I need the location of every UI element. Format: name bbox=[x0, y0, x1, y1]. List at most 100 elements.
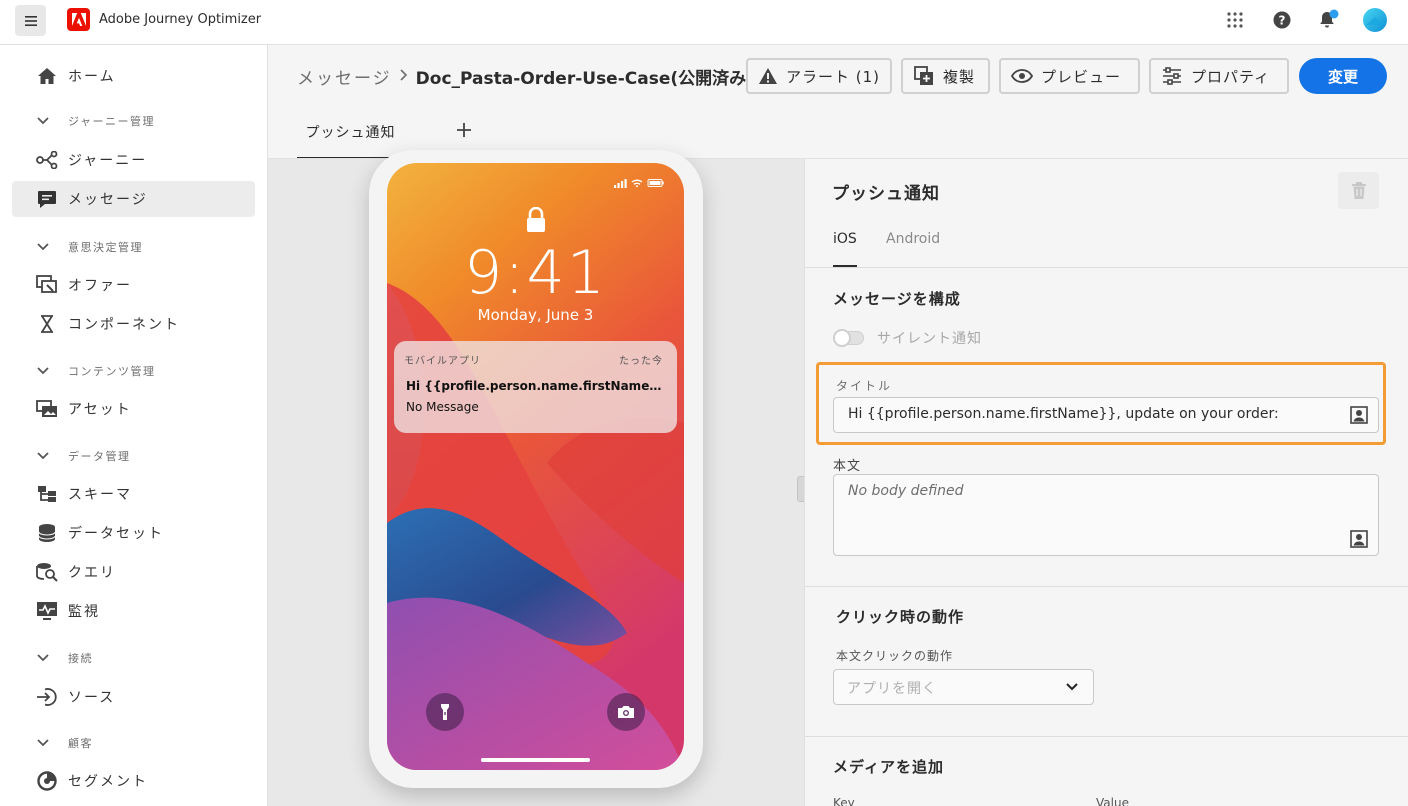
offer-icon bbox=[36, 274, 58, 296]
user-avatar[interactable] bbox=[1363, 8, 1387, 32]
sidebar-section-label: データ管理 bbox=[68, 450, 131, 463]
body-field-placeholder: No body defined bbox=[848, 483, 964, 499]
chevron-down-icon bbox=[36, 449, 50, 463]
sidebar-item-label: オファー bbox=[68, 278, 132, 294]
sidebar-item-components[interactable]: コンポーネント bbox=[12, 306, 255, 342]
sidebar-item-label: スキーマ bbox=[68, 487, 132, 503]
sidebar-item-label: セグメント bbox=[68, 774, 148, 790]
flashlight-icon bbox=[426, 693, 464, 731]
section-divider bbox=[805, 267, 1408, 268]
alert-icon bbox=[758, 65, 778, 87]
camera-icon bbox=[607, 693, 645, 731]
sidebar-item-schemas[interactable]: スキーマ bbox=[12, 476, 255, 512]
home-indicator bbox=[481, 758, 590, 762]
properties-button[interactable]: プロパティ bbox=[1149, 58, 1289, 94]
click-action-select[interactable]: アプリを開く bbox=[833, 669, 1094, 705]
eye-icon bbox=[1011, 65, 1033, 87]
notification-title: Hi {{profile.person.name.firstName}}, up… bbox=[406, 379, 668, 393]
lockscreen-time: 9:41 bbox=[464, 238, 607, 308]
status-bar bbox=[614, 178, 666, 188]
asset-icon bbox=[36, 398, 58, 420]
section-divider bbox=[805, 736, 1408, 737]
chevron-down-icon bbox=[36, 736, 50, 750]
app-name: Adobe Journey Optimizer bbox=[99, 12, 262, 27]
silent-notification-toggle[interactable] bbox=[833, 329, 864, 347]
notification-time: たった今 bbox=[619, 356, 663, 367]
click-action-section-title: クリック時の動作 bbox=[836, 608, 965, 626]
properties-icon bbox=[1161, 65, 1183, 87]
sidebar-item-datasets[interactable]: データセット bbox=[12, 515, 255, 551]
sidebar-item-queries[interactable]: クエリ bbox=[12, 554, 255, 590]
sidebar: ホーム ジャーニー管理 ジャーニー メッセージ 意思決定管理 オファー コンポー… bbox=[0, 45, 268, 806]
notification-body: No Message bbox=[406, 400, 479, 414]
sidebar-section-journey-management[interactable]: ジャーニー管理 bbox=[36, 113, 155, 129]
help-icon[interactable]: ? bbox=[1270, 8, 1294, 32]
sidebar-item-sources[interactable]: ソース bbox=[12, 679, 255, 715]
personalization-icon[interactable] bbox=[1350, 406, 1368, 424]
delete-button[interactable] bbox=[1338, 172, 1379, 209]
sidebar-section-data-management[interactable]: データ管理 bbox=[36, 448, 131, 464]
notification-bell-icon[interactable] bbox=[1316, 8, 1340, 32]
app-switcher-icon[interactable] bbox=[1223, 8, 1247, 32]
sidebar-item-assets[interactable]: アセット bbox=[12, 391, 255, 427]
svg-text:?: ? bbox=[1279, 14, 1286, 28]
sidebar-item-label: データセット bbox=[68, 526, 164, 542]
component-icon bbox=[36, 313, 58, 335]
panel-title: プッシュ通知 bbox=[832, 184, 940, 204]
preview-button-label: プレビュー bbox=[1041, 67, 1122, 86]
add-tab-button[interactable] bbox=[452, 118, 476, 142]
sidebar-section-customers[interactable]: 顧客 bbox=[36, 735, 93, 751]
message-icon bbox=[36, 188, 58, 210]
trash-icon bbox=[1351, 181, 1366, 199]
click-action-value: アプリを開く bbox=[847, 681, 937, 697]
personalization-icon[interactable] bbox=[1350, 530, 1368, 548]
title-field-value: Hi {{profile.person.name.firstName}}, up… bbox=[848, 406, 1279, 422]
tab-ios[interactable]: iOS bbox=[833, 231, 857, 247]
sidebar-item-segments[interactable]: セグメント bbox=[12, 763, 255, 799]
chevron-down-icon bbox=[36, 114, 50, 128]
sidebar-item-home[interactable]: ホーム bbox=[12, 58, 255, 94]
chevron-right-icon bbox=[400, 68, 408, 85]
duplicate-button[interactable]: 複製 bbox=[901, 58, 990, 94]
monitoring-icon bbox=[36, 600, 58, 622]
body-field[interactable]: No body defined bbox=[833, 474, 1379, 556]
sidebar-item-offers[interactable]: オファー bbox=[12, 267, 255, 303]
page-title: Doc_Pasta-Order-Use-Case(公開済み) bbox=[415, 69, 754, 89]
sidebar-item-journeys[interactable]: ジャーニー bbox=[12, 142, 255, 178]
chevron-down-icon bbox=[36, 364, 50, 378]
sidebar-section-content-management[interactable]: コンテンツ管理 bbox=[36, 363, 156, 379]
tab-android[interactable]: Android bbox=[886, 231, 940, 247]
sidebar-item-messages[interactable]: メッセージ bbox=[12, 181, 255, 217]
sidebar-item-label: メッセージ bbox=[68, 192, 148, 208]
chevron-down-icon bbox=[36, 240, 50, 254]
sidebar-item-monitoring[interactable]: 監視 bbox=[12, 593, 255, 629]
sidebar-item-label: クエリ bbox=[68, 565, 116, 581]
alert-button[interactable]: アラート (1) bbox=[746, 58, 892, 94]
lockscreen-date: Monday, June 3 bbox=[477, 306, 594, 324]
lock-icon bbox=[524, 206, 548, 233]
toggle-knob bbox=[833, 329, 851, 347]
preview-button[interactable]: プレビュー bbox=[999, 58, 1140, 94]
menu-icon[interactable] bbox=[15, 5, 46, 36]
sidebar-section-connections[interactable]: 接続 bbox=[36, 650, 93, 666]
tab-label: プッシュ通知 bbox=[305, 125, 396, 141]
section-divider bbox=[805, 586, 1408, 587]
chevron-down-icon bbox=[36, 651, 50, 665]
duplicate-button-label: 複製 bbox=[943, 67, 976, 86]
sidebar-item-label: アセット bbox=[68, 402, 132, 418]
home-icon bbox=[36, 65, 58, 87]
segment-icon bbox=[36, 770, 58, 792]
query-icon bbox=[36, 561, 58, 583]
modify-button[interactable]: 変更 bbox=[1299, 58, 1387, 94]
silent-notification-label: サイレント通知 bbox=[877, 331, 982, 347]
sidebar-section-label: 接続 bbox=[68, 652, 93, 665]
push-notification-preview: モバイルアプリ たった今 Hi {{profile.person.name.fi… bbox=[394, 341, 677, 433]
title-field[interactable]: Hi {{profile.person.name.firstName}}, up… bbox=[833, 397, 1379, 433]
adobe-logo-icon[interactable] bbox=[67, 8, 90, 31]
body-field-label: 本文 bbox=[833, 459, 862, 474]
breadcrumb-root-link[interactable]: メッセージ bbox=[297, 64, 392, 89]
title-field-label: タイトル bbox=[836, 379, 893, 393]
click-action-label: 本文クリックの動作 bbox=[836, 649, 954, 663]
sidebar-section-decision-management[interactable]: 意思決定管理 bbox=[36, 239, 143, 255]
tab-push-notification[interactable]: プッシュ通知 bbox=[297, 116, 404, 159]
